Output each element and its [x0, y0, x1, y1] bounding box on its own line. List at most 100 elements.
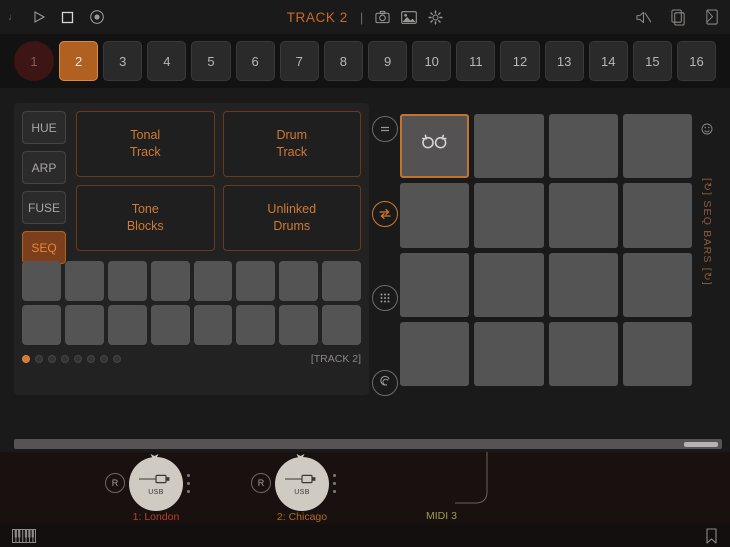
- track-button-15[interactable]: 15: [632, 41, 672, 81]
- mode-button-arp[interactable]: ARP: [22, 151, 66, 184]
- track-button-5[interactable]: 5: [191, 41, 231, 81]
- spiral-icon[interactable]: [372, 369, 398, 396]
- page-dot[interactable]: [48, 355, 56, 363]
- clip-pad[interactable]: [400, 183, 470, 248]
- clip-pad[interactable]: [548, 252, 618, 317]
- track-block-tone-blocks[interactable]: Tone Blocks: [76, 185, 215, 251]
- device-options-dots[interactable]: [187, 474, 190, 493]
- clip-pad[interactable]: [622, 183, 692, 248]
- block-line-1: Drum: [276, 128, 308, 142]
- gear-icon[interactable]: [428, 9, 443, 25]
- transport-controls: ♩: [0, 9, 105, 25]
- mute-icon[interactable]: [635, 10, 652, 25]
- clip-pad-grid: [400, 114, 692, 386]
- clip-pad[interactable]: [474, 321, 544, 386]
- step-pad[interactable]: [22, 261, 61, 301]
- clip-pad[interactable]: [474, 183, 544, 248]
- page-dot[interactable]: [61, 355, 69, 363]
- track-button-1[interactable]: 1: [14, 41, 54, 81]
- device-knob[interactable]: USB: [275, 457, 329, 511]
- track-button-10[interactable]: 10: [412, 41, 452, 81]
- step-pad[interactable]: [193, 305, 233, 345]
- clip-pad[interactable]: [400, 321, 470, 386]
- clip-pad[interactable]: [548, 114, 618, 179]
- track-block-drum-track[interactable]: Drum Track: [222, 111, 361, 177]
- record-icon[interactable]: [89, 9, 105, 25]
- page-dot[interactable]: [113, 355, 121, 363]
- sequencer-panel: HUE ARP FUSE SEQ Tonal Track Drum Track Tone Blo…: [14, 103, 369, 395]
- track-button-16[interactable]: 16: [676, 41, 717, 81]
- step-pad[interactable]: [322, 305, 361, 345]
- step-pad[interactable]: [236, 261, 276, 301]
- track-button-12[interactable]: 12: [500, 41, 540, 81]
- paste-icon[interactable]: [705, 8, 720, 26]
- step-pad[interactable]: [64, 261, 104, 301]
- step-pad[interactable]: [22, 305, 61, 345]
- scrollbar-track[interactable]: [14, 439, 722, 449]
- device-node[interactable]: R USB 1: London: [105, 452, 207, 524]
- step-pad[interactable]: [236, 305, 276, 345]
- mode-button-fuse[interactable]: FUSE: [22, 191, 66, 224]
- image-icon[interactable]: [401, 10, 418, 24]
- step-pad[interactable]: [107, 305, 147, 345]
- page-dot[interactable]: [35, 355, 43, 363]
- track-block-tonal-track[interactable]: Tonal Track: [76, 111, 215, 177]
- track-button-6[interactable]: 6: [235, 41, 275, 81]
- play-icon[interactable]: [32, 10, 46, 24]
- step-pad[interactable]: [64, 305, 104, 345]
- track-button-2[interactable]: 2: [59, 41, 99, 81]
- track-button-14[interactable]: 14: [588, 41, 628, 81]
- device-node[interactable]: R USB 2: Chicago: [251, 452, 353, 524]
- device-knob[interactable]: USB: [129, 457, 183, 511]
- clip-pad[interactable]: [474, 252, 544, 317]
- track-button-4[interactable]: 4: [147, 41, 187, 81]
- step-pad[interactable]: [150, 305, 190, 345]
- copy-icon[interactable]: [671, 8, 686, 26]
- usb-plug-icon: [285, 474, 316, 483]
- smiley-icon[interactable]: [701, 122, 713, 140]
- header-center-group: TRACK 2 |: [0, 0, 730, 34]
- mode-button-seq[interactable]: SEQ: [22, 231, 66, 264]
- track-button-3[interactable]: 3: [103, 41, 143, 81]
- page-dot[interactable]: [22, 355, 30, 363]
- track-button-11[interactable]: 11: [456, 41, 496, 81]
- track-button-13[interactable]: 13: [544, 41, 584, 81]
- clip-pad[interactable]: [474, 114, 544, 179]
- horizontal-scrollbar[interactable]: [0, 436, 730, 452]
- piano-keys-icon[interactable]: [12, 529, 36, 543]
- equals-icon[interactable]: [372, 116, 398, 142]
- track-button-8[interactable]: 8: [323, 41, 363, 81]
- track-button-7[interactable]: 7: [279, 41, 319, 81]
- step-pad[interactable]: [193, 261, 233, 301]
- block-line-2: Track: [276, 145, 308, 159]
- clip-pad[interactable]: [548, 321, 618, 386]
- page-dot[interactable]: [100, 355, 108, 363]
- clip-pad[interactable]: [622, 252, 692, 317]
- clip-pad[interactable]: [622, 321, 692, 386]
- page-dot[interactable]: [74, 355, 82, 363]
- clip-pad-selected[interactable]: [400, 114, 470, 179]
- device-label: 2: Chicago: [276, 511, 328, 523]
- device-record-badge[interactable]: R: [105, 473, 125, 493]
- clip-pad[interactable]: [548, 183, 618, 248]
- step-pad[interactable]: [322, 261, 361, 301]
- swap-arrows-icon[interactable]: [372, 200, 398, 227]
- step-pad[interactable]: [150, 261, 190, 301]
- page-dot[interactable]: [87, 355, 95, 363]
- clip-pad[interactable]: [622, 114, 692, 179]
- step-pad[interactable]: [279, 261, 319, 301]
- step-pad[interactable]: [107, 261, 147, 301]
- clip-pad[interactable]: [400, 252, 470, 317]
- step-pad[interactable]: [279, 305, 319, 345]
- scrollbar-thumb[interactable]: [684, 442, 718, 447]
- camera-icon[interactable]: [375, 10, 390, 24]
- device-options-dots[interactable]: [333, 474, 336, 493]
- header-right-group: [635, 0, 720, 34]
- track-block-unlinked-drums[interactable]: Unlinked Drums: [222, 185, 361, 251]
- grid-dots-icon[interactable]: [372, 285, 398, 312]
- device-record-badge[interactable]: R: [251, 473, 271, 493]
- mode-button-hue[interactable]: HUE: [22, 111, 66, 144]
- bookmark-icon[interactable]: [705, 528, 718, 544]
- stop-icon[interactable]: [60, 10, 75, 25]
- track-button-9[interactable]: 9: [367, 41, 408, 81]
